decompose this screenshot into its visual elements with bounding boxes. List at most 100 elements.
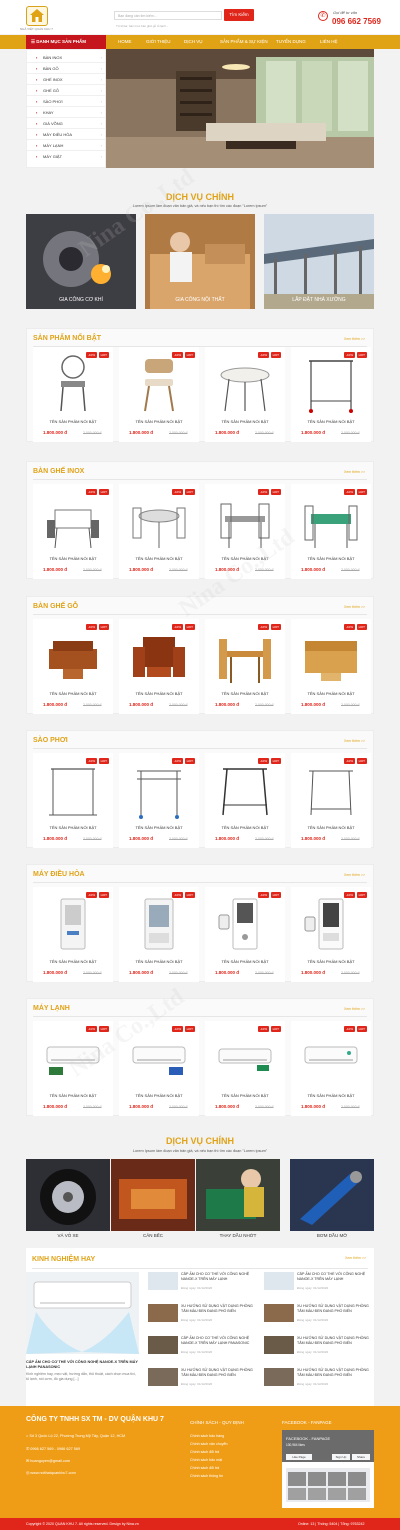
product-name[interactable]: TÊN SẢN PHẨM NỔI BẬT — [205, 825, 285, 830]
product-name[interactable]: TÊN SẢN PHẨM NỔI BẬT — [205, 556, 285, 561]
sidebar-item[interactable]: ▪ GIÁ VÕNG › — [27, 118, 107, 129]
product-name[interactable]: TÊN SẢN PHẨM NỔI BẬT — [205, 959, 285, 964]
product-card[interactable]: -10% HOT TÊN SẢN PHẨM NỔI BẬT 1.800.000 đ 2.… — [291, 753, 371, 848]
service2-card[interactable] — [26, 1159, 110, 1231]
product-card[interactable]: -10% HOT TÊN SẢN PHẨM NỔI BẬT 1.800.000 đ 2.… — [205, 484, 285, 579]
hero-banner-image[interactable] — [106, 49, 374, 168]
see-more-link[interactable]: Xem thêm >> — [344, 739, 365, 743]
product-card[interactable]: -10% HOT TÊN SẢN PHẨM NỔI BẬT 1.800.000 đ 2.… — [33, 753, 113, 848]
product-name[interactable]: TÊN SẢN PHẨM NỔI BẬT — [291, 1093, 371, 1098]
fb-share-button[interactable]: Share — [352, 1454, 370, 1460]
nav-products-events[interactable]: SẢN PHẨM & SỰ KIỆN — [220, 35, 268, 49]
policy-link[interactable]: Chính sách đổi trả — [190, 1450, 219, 1454]
policy-link[interactable]: Chính sách bảo mật — [190, 1458, 222, 1462]
news-thumbnail[interactable] — [264, 1368, 294, 1386]
product-card[interactable]: -10% HOT TÊN SẢN PHẨM NỔI BẬT 1.800.000 đ 2.… — [33, 887, 113, 982]
product-card[interactable]: -10% HOT TÊN SẢN PHẨM NỔI BẬT 1.800.000 đ 2.… — [291, 484, 371, 579]
news-thumbnail[interactable] — [148, 1304, 178, 1322]
search-button[interactable]: Tìm Kiếm — [224, 9, 254, 21]
product-name[interactable]: TÊN SẢN PHẨM NỔI BẬT — [119, 691, 199, 696]
see-more-link[interactable]: Xem thêm >> — [344, 605, 365, 609]
product-name[interactable]: TÊN SẢN PHẨM NỔI BẬT — [291, 556, 371, 561]
product-card[interactable]: -10% HOT TÊN SẢN PHẨM NỔI BẬT 1.800.000 đ 2.… — [33, 347, 113, 442]
service-card[interactable]: GIA CÔNG NỘI THẤT — [145, 214, 255, 309]
see-more-link[interactable]: Xem thêm >> — [345, 1256, 366, 1260]
facebook-widget[interactable]: FACEBOOK - FANPAGE 130,964 likes Like Pa… — [282, 1430, 374, 1508]
fb-like-button[interactable]: Like Page — [286, 1454, 312, 1460]
product-card[interactable]: -10% HOT TÊN SẢN PHẨM NỔI BẬT 1.800.000 đ 2.… — [291, 1021, 371, 1116]
sidebar-item[interactable]: ▪ GHẾ GỖ › — [27, 85, 107, 96]
product-card[interactable]: -10% HOT TÊN SẢN PHẨM NỔI BẬT 1.800.000 đ 2.… — [119, 619, 199, 714]
nav-recruitment[interactable]: TUYỂN DỤNG — [276, 35, 306, 49]
service2-card[interactable] — [111, 1159, 195, 1231]
product-name[interactable]: TÊN SẢN PHẨM NỔI BẬT — [291, 959, 371, 964]
nav-services[interactable]: DỊCH VỤ — [184, 35, 203, 49]
service2-card[interactable] — [290, 1159, 374, 1231]
product-card[interactable]: -10% HOT TÊN SẢN PHẨM NỔI BẬT 1.800.000 đ 2.… — [33, 619, 113, 714]
product-name[interactable]: TÊN SẢN PHẨM NỔI BẬT — [119, 1093, 199, 1098]
policy-link[interactable]: Chính sách thông tin — [190, 1474, 223, 1478]
product-card[interactable]: -10% HOT TÊN SẢN PHẨM NỔI BẬT 1.800.000 đ 2.… — [119, 887, 199, 982]
product-name[interactable]: TÊN SẢN PHẨM NỔI BẬT — [33, 825, 113, 830]
news-item-title[interactable]: CẮP ẤM CHO CƠ THỂ VỚI CÔNG NGHỆ NANOE-X … — [297, 1272, 377, 1281]
product-name[interactable]: TÊN SẢN PHẨM NỔI BẬT — [33, 1093, 113, 1098]
product-name[interactable]: TÊN SẢN PHẨM NỔI BẬT — [205, 419, 285, 424]
product-card[interactable]: -10% HOT TÊN SẢN PHẨM NỔI BẬT 1.800.000 đ 2.… — [205, 753, 285, 848]
search-input[interactable]: Bạn đang cần tìm kiếm... — [114, 11, 222, 20]
nav-contact[interactable]: LIÊN HỆ — [320, 35, 338, 49]
service2-card[interactable] — [196, 1159, 280, 1231]
sidebar-item[interactable]: ▪ SÀO PHƠI › — [27, 96, 107, 107]
news-thumbnail[interactable] — [148, 1368, 178, 1386]
product-name[interactable]: TÊN SẢN PHẨM NỔI BẬT — [119, 419, 199, 424]
product-card[interactable]: -10% HOT TÊN SẢN PHẨM NỔI BẬT 1.800.000 đ 2.… — [119, 1021, 199, 1116]
product-card[interactable]: -10% HOT TÊN SẢN PHẨM NỔI BẬT 1.800.000 đ 2.… — [291, 619, 371, 714]
news-thumbnail[interactable] — [264, 1304, 294, 1322]
product-name[interactable]: TÊN SẢN PHẨM NỔI BẬT — [291, 419, 371, 424]
product-card[interactable]: -10% HOT TÊN SẢN PHẨM NỔI BẬT 1.800.000 đ 2.… — [205, 887, 285, 982]
sidebar-item[interactable]: ▪ MÁY GIẶT › — [27, 151, 107, 162]
product-card[interactable]: -10% HOT TÊN SẢN PHẨM NỔI BẬT 1.800.000 đ 2.… — [205, 1021, 285, 1116]
see-more-link[interactable]: Xem thêm >> — [344, 337, 365, 341]
news-item-title[interactable]: XU HƯỚNG SỬ DỤNG VẬT DỤNG PHÒNG TẮM MÀU … — [297, 1304, 377, 1313]
product-name[interactable]: TÊN SẢN PHẨM NỔI BẬT — [205, 1093, 285, 1098]
product-card[interactable]: -10% HOT TÊN SẢN PHẨM NỔI BẬT 1.800.000 đ 2.… — [291, 887, 371, 982]
see-more-link[interactable]: Xem thêm >> — [344, 470, 365, 474]
product-card[interactable]: -10% HOT TÊN SẢN PHẨM NỔI BẬT 1.800.000 đ 2.… — [119, 484, 199, 579]
product-name[interactable]: TÊN SẢN PHẨM NỔI BẬT — [119, 959, 199, 964]
hotline-number[interactable]: 096 662 7569 — [332, 17, 381, 26]
news-item-title[interactable]: CẮP ẤM CHO CƠ THỂ VỚI CÔNG NGHỆ NANOE-X … — [181, 1336, 261, 1345]
sidebar-item[interactable]: ▪ GHẾ INOX › — [27, 74, 107, 85]
sidebar-item[interactable]: ▪ BÀN GỖ › — [27, 63, 107, 74]
see-more-link[interactable]: Xem thêm >> — [344, 1007, 365, 1011]
product-name[interactable]: TÊN SẢN PHẨM NỔI BẬT — [33, 419, 113, 424]
sidebar-item[interactable]: ▪ MÁY ĐIỀU HÒA › — [27, 129, 107, 140]
product-card[interactable]: -10% HOT TÊN SẢN PHẨM NỔI BẬT 1.800.000 đ 2.… — [291, 347, 371, 442]
product-card[interactable]: -10% HOT TÊN SẢN PHẨM NỔI BẬT 1.800.000 đ 2.… — [119, 753, 199, 848]
sidebar-item[interactable]: ▪ KHAY › — [27, 107, 107, 118]
product-name[interactable]: TÊN SẢN PHẨM NỔI BẬT — [205, 691, 285, 696]
news-thumbnail[interactable] — [148, 1336, 178, 1354]
service-card[interactable]: GIA CÔNG CƠ KHÍ — [26, 214, 136, 309]
news-item-title[interactable]: XU HƯỚNG SỬ DỤNG VẬT DỤNG PHÒNG TẮM MÀU … — [297, 1336, 377, 1345]
product-card[interactable]: -10% HOT TÊN SẢN PHẨM NỔI BẬT 1.800.000 đ 2.… — [33, 1021, 113, 1116]
footer-email[interactable]: ✉ hoanguyen@gmail.com — [26, 1458, 70, 1463]
product-name[interactable]: TÊN SẢN PHẨM NỔI BẬT — [33, 556, 113, 561]
service-card[interactable]: LẮP ĐẶT NHÀ XƯỞNG — [264, 214, 374, 309]
policy-link[interactable]: Chính sách đổi trả — [190, 1466, 219, 1470]
footer-website[interactable]: ◎ www.noithatquankhu7.com — [26, 1470, 76, 1475]
policy-link[interactable]: Chính sách bảo hàng — [190, 1434, 224, 1438]
news-item-title[interactable]: XU HƯỚNG SỬ DỤNG VẬT DỤNG PHÒNG TẮM MÀU … — [297, 1368, 377, 1377]
sidebar-item[interactable]: ▪ MÁY LẠNH › — [27, 140, 107, 151]
product-name[interactable]: TÊN SẢN PHẨM NỔI BẬT — [291, 825, 371, 830]
product-name[interactable]: TÊN SẢN PHẨM NỔI BẬT — [33, 691, 113, 696]
product-card[interactable]: -10% HOT TÊN SẢN PHẨM NỔI BẬT 1.800.000 đ 2.… — [33, 484, 113, 579]
news-item-title[interactable]: XU HƯỚNG SỬ DỤNG VẬT DỤNG PHÒNG TẮM MÀU … — [181, 1304, 261, 1313]
news-item-title[interactable]: CẮP ẤM CHO CƠ THỂ VỚI CÔNG NGHỆ NANOE-X … — [181, 1272, 261, 1281]
news-thumbnail[interactable] — [264, 1272, 294, 1290]
news-item-title[interactable]: XU HƯỚNG SỬ DỤNG VẬT DỤNG PHÒNG TẮM MÀU … — [181, 1368, 261, 1377]
product-name[interactable]: TÊN SẢN PHẨM NỔI BẬT — [291, 691, 371, 696]
news-thumbnail[interactable] — [264, 1336, 294, 1354]
product-card[interactable]: -10% HOT TÊN SẢN PHẨM NỔI BẬT 1.800.000 đ 2.… — [205, 619, 285, 714]
nav-about[interactable]: GIỚI THIỆU — [146, 35, 171, 49]
sidebar-item[interactable]: ▪ BÀN INOX › — [27, 52, 107, 63]
